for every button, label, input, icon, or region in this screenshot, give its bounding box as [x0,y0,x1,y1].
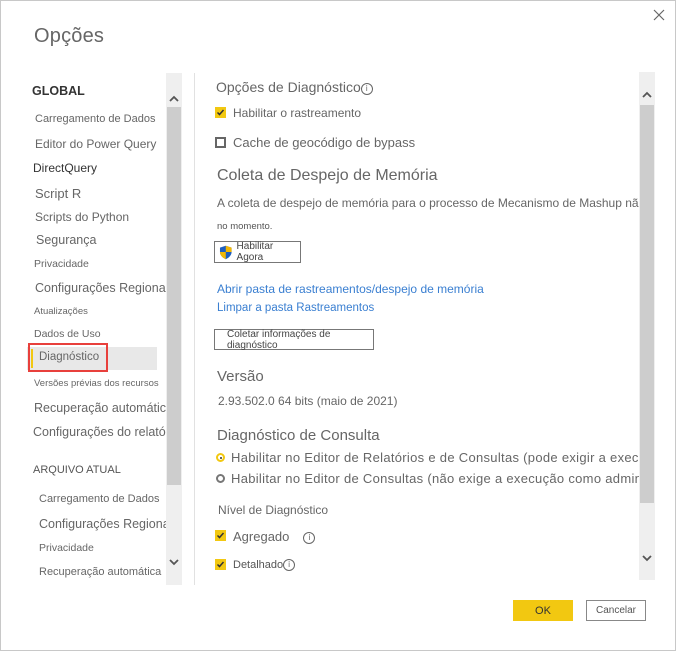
checkmark-icon [216,532,225,539]
aggregated-checkbox[interactable] [215,530,226,541]
sidebar-item-privacidade[interactable]: Privacidade [34,258,89,270]
options-dialog: Opções GLOBAL Carregamento de Dados Edit… [0,0,676,651]
detailed-checkbox[interactable] [215,559,226,570]
sidebar-header-global: GLOBAL [32,84,85,98]
detailed-info-icon[interactable]: i [283,559,296,571]
sidebar-item-directquery[interactable]: DirectQuery [33,161,97,175]
clear-traces-folder-link[interactable]: Limpar a pasta Rastreamentos [217,302,374,314]
sidebar-header-current-file: ARQUIVO ATUAL [33,464,121,476]
enable-now-button[interactable]: Habilitar Agora [214,241,301,263]
diagnostics-panel: Opções de Diagnóstico i Habilitar o rastr… [206,73,640,585]
info-icon[interactable]: i [360,83,373,95]
close-icon [653,9,665,21]
section-title-version: Versão [217,368,264,385]
chevron-up-icon [642,91,652,98]
content-scroll-down-button[interactable] [639,550,655,566]
bypass-geocode-checkbox[interactable] [215,137,226,148]
enable-now-label: Habilitar Agora [236,241,274,263]
sidebar-item-recuperacao[interactable]: Recuperação automática [34,401,173,415]
diagnostic-level-title: Nível de Diagnóstico [218,503,329,517]
selection-indicator [31,349,33,368]
checkmark-icon [216,561,225,568]
sidebar-item-current-carregamento[interactable]: Carregamento de Dados [39,493,159,505]
close-button[interactable] [651,7,667,23]
checkmark-icon [216,109,225,116]
radio-query-editor-only[interactable] [216,474,225,483]
sidebar-item-diagnostico[interactable]: Diagnóstico [27,347,157,370]
enable-tracing-checkbox[interactable] [215,107,226,118]
section-title-diag-options: Opções de Diagnóstico i [216,79,373,95]
sidebar-item-dados-uso[interactable]: Dados de Uso [34,328,101,340]
content-scrollbar[interactable] [639,72,655,580]
memory-dump-description-cont: no momento. [217,221,273,232]
sidebar-item-seguranca[interactable]: Segurança [36,233,96,247]
scroll-up-button[interactable] [166,90,182,106]
ok-button[interactable]: OK [513,600,573,621]
sidebar-item-current-privacidade[interactable]: Privacidade [39,542,94,554]
sidebar-scrollbar[interactable] [166,73,182,585]
sidebar-item-current-recuperacao[interactable]: Recuperação automática [39,566,161,578]
sidebar-item-python[interactable]: Scripts do Python [35,210,129,224]
collect-diagnostics-button[interactable]: Coletar informações de diagnóstico [214,328,374,351]
aggregated-label: Agregado i [233,529,316,544]
sidebar-item-power-query[interactable]: Editor do Power Query [35,137,156,151]
open-traces-folder-link[interactable]: Abrir pasta de rastreamentos/despejo de … [217,282,484,296]
section-title-memory-dump: Coleta de Despejo de Memória [217,167,438,184]
bypass-geocode-label: Cache de geocódigo de bypass [233,135,416,150]
aggregated-info-icon[interactable]: i [303,532,316,544]
sidebar-item-atualizacoes[interactable]: Atualizações [34,306,88,317]
chevron-up-icon [169,95,179,102]
collect-diagnostics-label: Coletar informações de diagnóstico [227,328,331,351]
chevron-down-icon [642,554,652,561]
section-title-query-diagnostics: Diagnóstico de Consulta [217,427,380,444]
radio-query-editor-only-label: Habilitar no Editor de Consultas (não ex… [231,471,640,486]
sidebar-item-current-config-regionais[interactable]: Configurações Regionais [39,517,179,531]
memory-dump-description: A coleta de despejo de memória para o pr… [217,196,640,210]
dialog-title: Opções [34,25,105,47]
aggregated-label-text: Agregado [233,529,290,544]
sidebar-item-carregamento-dados[interactable]: Carregamento de Dados [35,113,155,125]
detailed-label-text: Detalhado [233,559,284,571]
content-scroll-thumb[interactable] [640,105,654,503]
sidebar-item-script-r[interactable]: Script R [35,186,81,201]
section-title-text: Opções de Diagnóstico [216,79,361,95]
sidebar-item-label: Diagnóstico [39,351,100,363]
radio-report-and-query-editor[interactable] [216,453,225,462]
sidebar-item-config-relatorio[interactable]: Configurações do relatório [33,425,180,439]
scroll-down-button[interactable] [166,554,182,570]
detailed-label: Detalhado i [233,559,296,571]
sidebar-item-versoes-previas[interactable]: Versões prévias dos recursos [34,378,159,389]
version-value: 2.93.502.0 64 bits (maio de 2021) [218,394,398,408]
chevron-down-icon [169,558,179,565]
cancel-button[interactable]: Cancelar [586,600,646,621]
sidebar-item-config-regionais[interactable]: Configurações Regionais [35,281,175,295]
enable-tracing-label: Habilitar o rastreamento [233,106,362,120]
sidebar-nav: GLOBAL Carregamento de Dados Editor do P… [27,73,183,585]
content-scroll-up-button[interactable] [639,86,655,102]
shield-icon [219,245,232,259]
pane-divider [194,73,195,585]
radio-report-and-query-editor-label: Habilitar no Editor de Relatórios e de C… [231,450,640,465]
sidebar-scroll-thumb[interactable] [167,107,181,485]
